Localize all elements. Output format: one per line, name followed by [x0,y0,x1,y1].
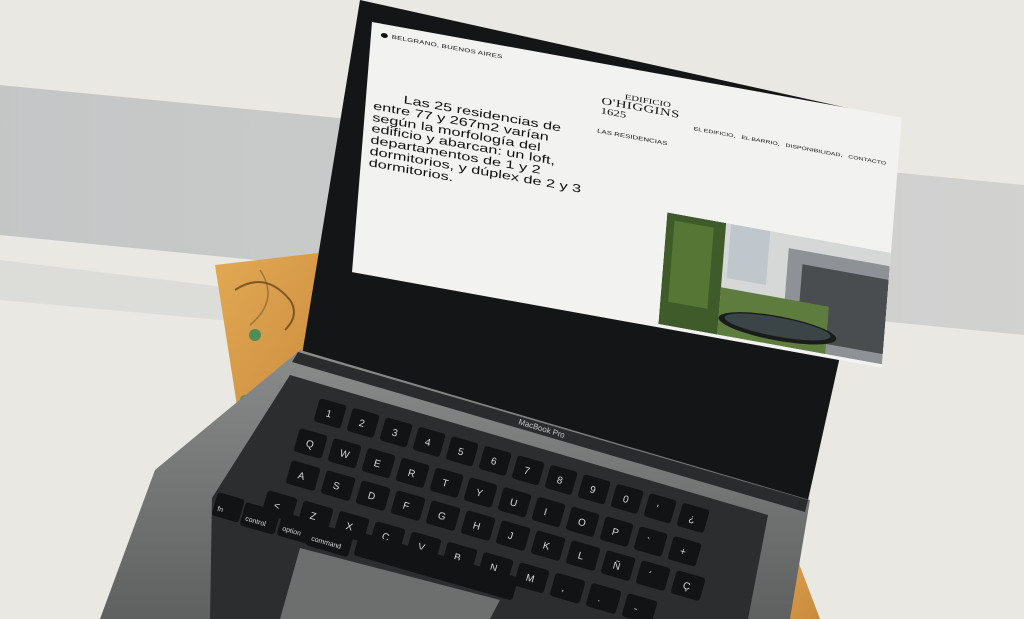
nav-disponibilidad[interactable]: DISPONIBILIDAD, [785,143,842,158]
main-nav: EL EDIFICIO, EL BARRIO, DISPONIBILIDAD, … [693,127,886,166]
location-dot-icon [380,32,388,39]
nav-el-barrio[interactable]: EL BARRIO, [741,135,780,147]
nav-el-edificio[interactable]: EL EDIFICIO, [693,127,735,139]
nav-contacto[interactable]: CONTACTO [848,155,886,167]
section-label: LAS RESIDENCIAS [596,127,668,147]
intro-text: Las 25 residencias de entre 77 y 267m2 v… [368,93,582,196]
site-logo[interactable]: EDIFICIO O'HIGGINS 1625 [600,90,680,127]
